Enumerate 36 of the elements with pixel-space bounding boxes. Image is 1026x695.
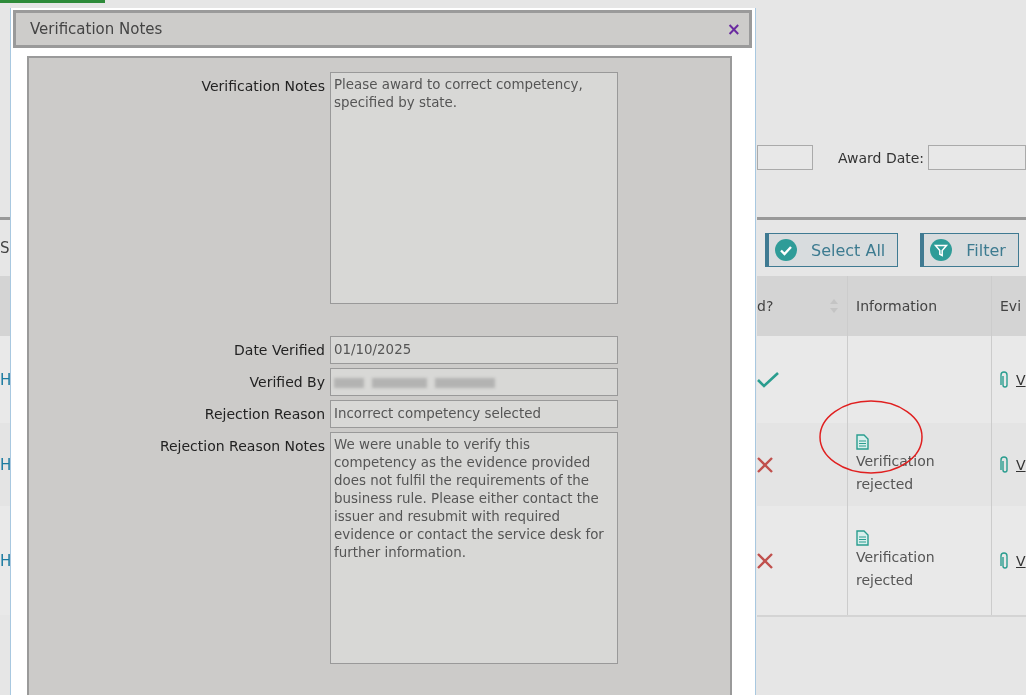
check-icon [757, 371, 779, 388]
filter-button[interactable]: Filter [920, 233, 1019, 267]
column-header[interactable]: d? [757, 276, 847, 336]
document-icon [856, 433, 869, 450]
table-cell: H [0, 551, 10, 570]
text-field[interactable]: Incorrect competency selected [330, 400, 618, 428]
table-cell: H [0, 370, 10, 389]
field-label: Verified By [248, 373, 325, 392]
award-date-input[interactable] [928, 145, 1026, 170]
check-circle-icon [775, 239, 797, 261]
text-field[interactable]: 01/10/2025 [330, 336, 618, 364]
field-label: Rejection Reason Notes [158, 437, 325, 456]
award-date-label: Award Date: [838, 150, 925, 166]
field-label: Rejection Reason [203, 405, 325, 424]
information-text: Verification rejected [856, 547, 936, 590]
redacted-field[interactable] [330, 368, 618, 396]
toolbar-text: S [0, 239, 10, 257]
paperclip-icon [1000, 455, 1010, 474]
evidence-link[interactable]: V [1016, 552, 1026, 569]
field-label: Verification Notes [200, 77, 325, 96]
select-all-button[interactable]: Select All [765, 233, 899, 267]
dialog-title: Verification Notes [30, 20, 163, 38]
notes-field[interactable]: We were unable to verify this competency as the evidence provided does not fulfil the requirements of the business rule. Please either contact the issuer and resubmit with required evidence or contact the service desk for further information. [330, 432, 618, 664]
filter-icon [930, 239, 953, 261]
document-icon [856, 529, 869, 546]
table-cell: H [0, 455, 10, 474]
evidence-link[interactable]: V [1016, 456, 1026, 473]
notes-field[interactable]: Please award to correct competency, specified by state. [330, 72, 618, 304]
field-label: Date Verified [233, 341, 325, 360]
cross-icon [757, 552, 773, 569]
paperclip-icon [1000, 551, 1010, 570]
text-input[interactable] [757, 145, 813, 170]
paperclip-icon [1000, 370, 1010, 389]
evidence-link[interactable]: V [1016, 371, 1026, 388]
cross-icon [757, 456, 773, 473]
close-button[interactable]: × [726, 19, 741, 39]
